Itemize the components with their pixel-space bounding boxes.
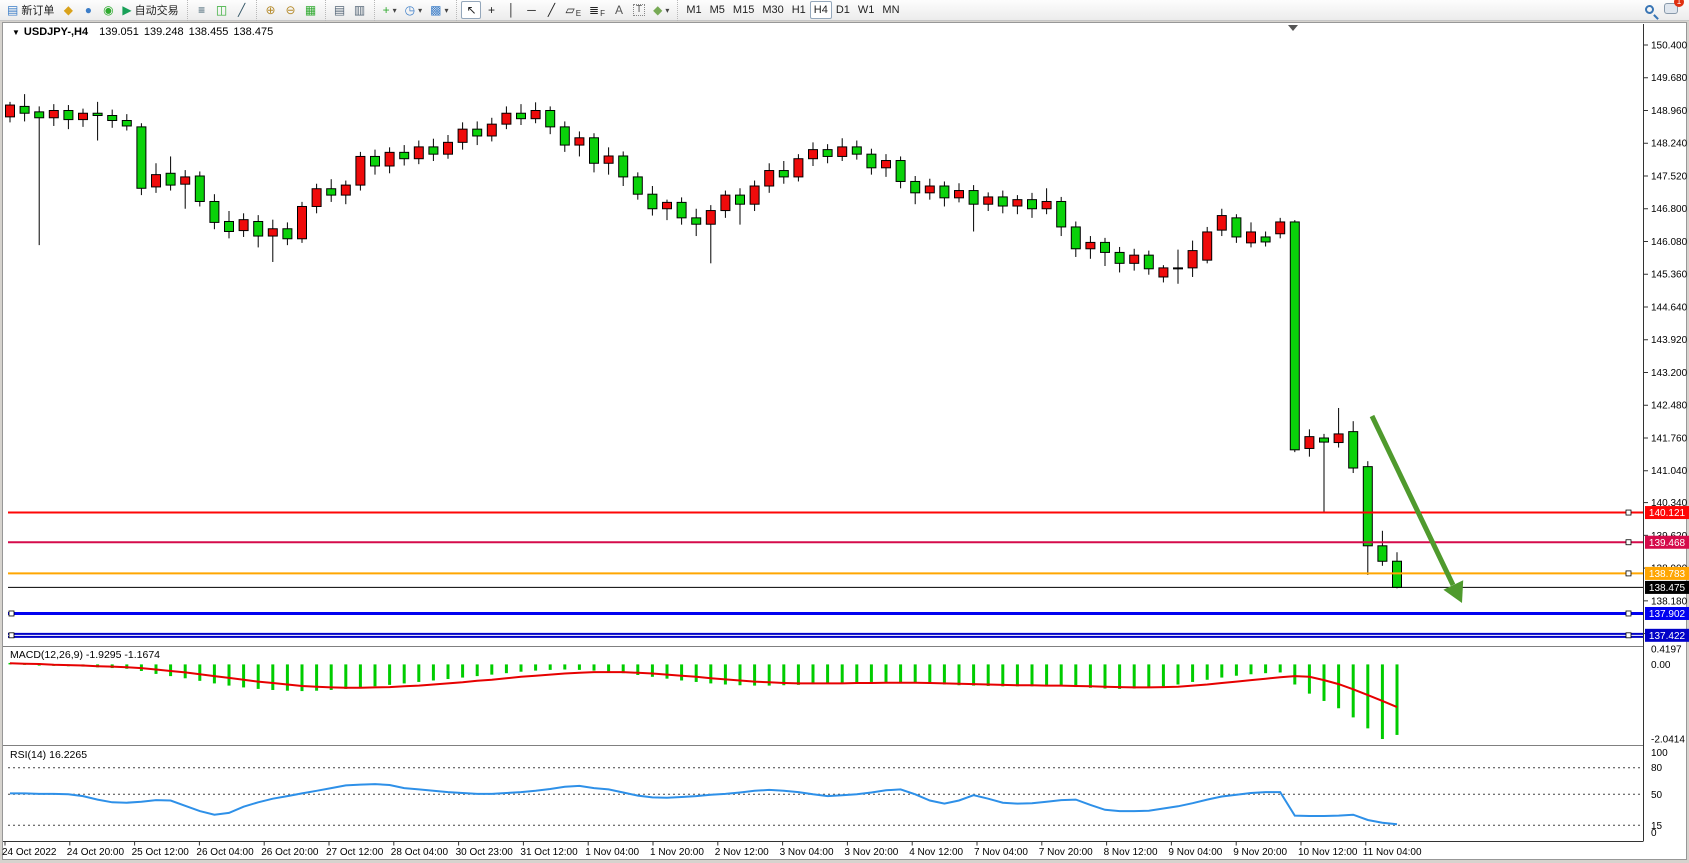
svg-text:139.468: 139.468 bbox=[1649, 538, 1686, 549]
svg-text:140.121: 140.121 bbox=[1649, 508, 1686, 519]
candlesticks bbox=[6, 94, 1402, 588]
svg-text:80: 80 bbox=[1651, 763, 1663, 774]
annotation-arrow[interactable] bbox=[1372, 416, 1463, 603]
svg-text:141.760: 141.760 bbox=[1651, 433, 1688, 444]
svg-text:150.400: 150.400 bbox=[1651, 41, 1688, 52]
chart-canvas[interactable]: 150.400 149.680 148.960 148.240 147.520 146.8… bbox=[0, 0, 1689, 863]
horizontal-line-137-902[interactable]: 137.902 bbox=[8, 607, 1689, 620]
svg-text:-2.0414: -2.0414 bbox=[1651, 735, 1685, 746]
svg-text:2 Nov 12:00: 2 Nov 12:00 bbox=[715, 847, 769, 858]
chart-title: ▼ USDJPY-,H4 139.051 139.248 138.455 138.475 bbox=[12, 26, 273, 38]
svg-text:25 Oct 12:00: 25 Oct 12:00 bbox=[132, 847, 190, 858]
svg-text:0: 0 bbox=[1651, 828, 1657, 839]
symbol-period: USDJPY-,H4 bbox=[24, 26, 88, 38]
svg-text:138.475: 138.475 bbox=[1649, 583, 1686, 594]
svg-text:138.783: 138.783 bbox=[1649, 569, 1686, 580]
svg-text:148.960: 148.960 bbox=[1651, 106, 1688, 117]
svg-text:28 Oct 04:00: 28 Oct 04:00 bbox=[391, 847, 449, 858]
svg-text:11 Nov 04:00: 11 Nov 04:00 bbox=[1363, 847, 1422, 858]
svg-text:24 Oct 20:00: 24 Oct 20:00 bbox=[67, 847, 125, 858]
svg-text:142.480: 142.480 bbox=[1651, 401, 1688, 412]
svg-text:0.4197: 0.4197 bbox=[1651, 645, 1682, 656]
ohlc-close: 138.475 bbox=[233, 26, 273, 38]
ohlc-open: 139.051 bbox=[99, 26, 139, 38]
horizontal-line-138-783[interactable]: 138.783 bbox=[8, 567, 1689, 580]
horizontal-line-140-121[interactable]: 140.121 bbox=[8, 506, 1689, 519]
svg-text:3 Nov 04:00: 3 Nov 04:00 bbox=[780, 847, 834, 858]
svg-text:8 Nov 12:00: 8 Nov 12:00 bbox=[1104, 847, 1158, 858]
rsi-label: RSI(14) 16.2265 bbox=[10, 749, 87, 761]
svg-text:4 Nov 12:00: 4 Nov 12:00 bbox=[909, 847, 963, 858]
svg-text:9 Nov 20:00: 9 Nov 20:00 bbox=[1233, 847, 1287, 858]
svg-text:0.00: 0.00 bbox=[1651, 660, 1671, 671]
svg-text:7 Nov 20:00: 7 Nov 20:00 bbox=[1039, 847, 1093, 858]
svg-text:26 Oct 04:00: 26 Oct 04:00 bbox=[196, 847, 254, 858]
svg-text:50: 50 bbox=[1651, 790, 1663, 801]
svg-text:145.360: 145.360 bbox=[1651, 270, 1688, 281]
svg-text:1 Nov 20:00: 1 Nov 20:00 bbox=[650, 847, 704, 858]
macd-histogram bbox=[9, 663, 1399, 739]
svg-text:9 Nov 04:00: 9 Nov 04:00 bbox=[1168, 847, 1222, 858]
horizontal-line-137-422[interactable]: 137.422 bbox=[8, 629, 1689, 642]
svg-text:10 Nov 12:00: 10 Nov 12:00 bbox=[1298, 847, 1358, 858]
svg-text:30 Oct 23:00: 30 Oct 23:00 bbox=[456, 847, 514, 858]
ohlc-low: 138.455 bbox=[189, 26, 229, 38]
svg-text:100: 100 bbox=[1651, 748, 1668, 759]
svg-text:147.520: 147.520 bbox=[1651, 171, 1688, 182]
macd-label: MACD(12,26,9) -1.9295 -1.1674 bbox=[10, 649, 160, 661]
svg-text:31 Oct 12:00: 31 Oct 12:00 bbox=[520, 847, 578, 858]
svg-text:141.040: 141.040 bbox=[1651, 466, 1688, 477]
svg-text:148.240: 148.240 bbox=[1651, 139, 1688, 150]
svg-text:146.800: 146.800 bbox=[1651, 204, 1688, 215]
chart-shift-marker-icon[interactable] bbox=[1288, 25, 1298, 31]
svg-text:3 Nov 20:00: 3 Nov 20:00 bbox=[844, 847, 898, 858]
svg-text:26 Oct 20:00: 26 Oct 20:00 bbox=[261, 847, 319, 858]
svg-text:143.920: 143.920 bbox=[1651, 335, 1688, 346]
rsi-levels: 1008050150 bbox=[8, 748, 1668, 839]
svg-text:137.902: 137.902 bbox=[1649, 609, 1686, 620]
time-axis: 24 Oct 2022 24 Oct 20:00 25 Oct 12:00 26 Oc… bbox=[2, 842, 1422, 859]
svg-text:144.640: 144.640 bbox=[1651, 302, 1688, 313]
svg-text:1 Nov 04:00: 1 Nov 04:00 bbox=[585, 847, 639, 858]
current-price-line: 138.475 bbox=[8, 581, 1689, 594]
svg-text:24 Oct 2022: 24 Oct 2022 bbox=[2, 847, 57, 858]
svg-text:143.200: 143.200 bbox=[1651, 368, 1688, 379]
macd-signal-line bbox=[10, 663, 1397, 707]
svg-text:137.422: 137.422 bbox=[1649, 631, 1686, 642]
svg-text:138.180: 138.180 bbox=[1651, 596, 1688, 607]
svg-text:7 Nov 04:00: 7 Nov 04:00 bbox=[974, 847, 1028, 858]
price-axis: 150.400 149.680 148.960 148.240 147.520 146.8… bbox=[1643, 41, 1688, 641]
svg-text:146.080: 146.080 bbox=[1651, 237, 1688, 248]
rsi-line bbox=[10, 784, 1397, 824]
symbol-dropdown-icon[interactable]: ▼ bbox=[12, 28, 20, 37]
svg-text:149.680: 149.680 bbox=[1651, 73, 1688, 84]
ohlc-high: 139.248 bbox=[144, 26, 184, 38]
svg-text:27 Oct 12:00: 27 Oct 12:00 bbox=[326, 847, 384, 858]
macd-axis: 0.4197 0.00 -2.0414 bbox=[1651, 645, 1685, 746]
